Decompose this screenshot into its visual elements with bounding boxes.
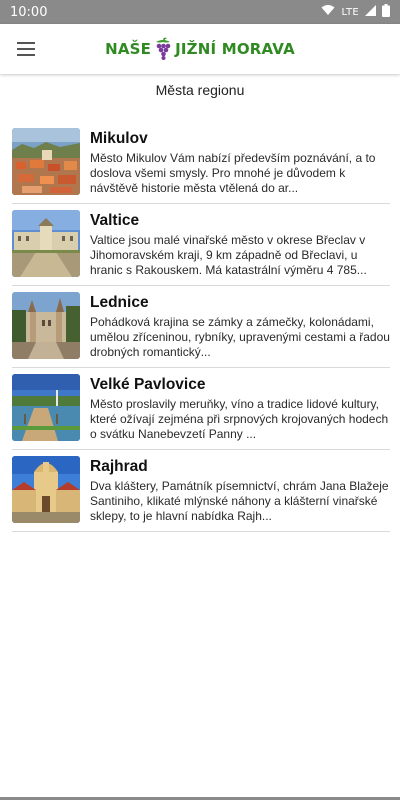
town-description: Pohádková krajina se zámky a zámečky, ko… (90, 315, 390, 359)
town-description: Valtice jsou malé vinařské město v okres… (90, 233, 367, 277)
logo-text-left: NAŠE (105, 40, 152, 58)
town-text: Valtice Valtice jsou malé vinařské město… (90, 210, 390, 285)
town-item-lednice[interactable]: Lednice Pohádková krajina se zámky a zám… (12, 286, 390, 368)
town-name: Rajhrad (90, 458, 148, 475)
town-thumbnail-mikulov (12, 128, 80, 195)
town-description: Město Mikulov Vám nabízí především pozná… (90, 151, 376, 195)
status-time: 10:00 (10, 4, 48, 20)
network-type: LTE (341, 6, 359, 18)
app-logo: NAŠE JIŽNÍ MORAVA (0, 34, 400, 64)
grape-icon (154, 37, 172, 61)
status-icons: LTE (321, 3, 390, 21)
town-item-valtice[interactable]: Valtice Valtice jsou malé vinařské město… (12, 204, 390, 286)
town-thumbnail-valtice (12, 210, 80, 277)
town-item-velke-pavlovice[interactable]: Velké Pavlovice Město proslavily meruňky… (12, 368, 390, 450)
town-item-rajhrad[interactable]: Rajhrad Dva kláštery, Památník písemnict… (12, 450, 390, 532)
town-text: Mikulov Město Mikulov Vám nabízí předevš… (90, 128, 390, 203)
town-name: Velké Pavlovice (90, 376, 206, 393)
wifi-icon (321, 4, 335, 20)
town-description: Město proslavily meruňky, víno a tradice… (90, 397, 389, 441)
town-thumbnail-velke-pavlovice (12, 374, 80, 441)
section-title: Města regionu (155, 82, 245, 98)
town-description: Dva kláštery, Památník písemnictví, chrá… (90, 479, 389, 523)
town-name: Lednice (90, 294, 149, 311)
town-name: Valtice (90, 212, 140, 229)
town-thumbnail-lednice (12, 292, 80, 359)
town-name: Mikulov (90, 130, 148, 147)
town-text: Velké Pavlovice Město proslavily meruňky… (90, 374, 390, 449)
status-bar: 10:00 LTE (0, 0, 400, 24)
town-item-mikulov[interactable]: Mikulov Město Mikulov Vám nabízí předevš… (12, 122, 390, 204)
town-list: Mikulov Město Mikulov Vám nabízí předevš… (12, 122, 390, 532)
app-bar: NAŠE JIŽNÍ MORAVA (0, 24, 400, 74)
town-text: Rajhrad Dva kláštery, Památník písemnict… (90, 456, 390, 531)
town-text: Lednice Pohádková krajina se zámky a zám… (90, 292, 390, 367)
signal-icon (365, 4, 376, 20)
logo-text-right: JIŽNÍ MORAVA (175, 40, 295, 58)
town-thumbnail-rajhrad (12, 456, 80, 523)
battery-icon (382, 3, 390, 21)
